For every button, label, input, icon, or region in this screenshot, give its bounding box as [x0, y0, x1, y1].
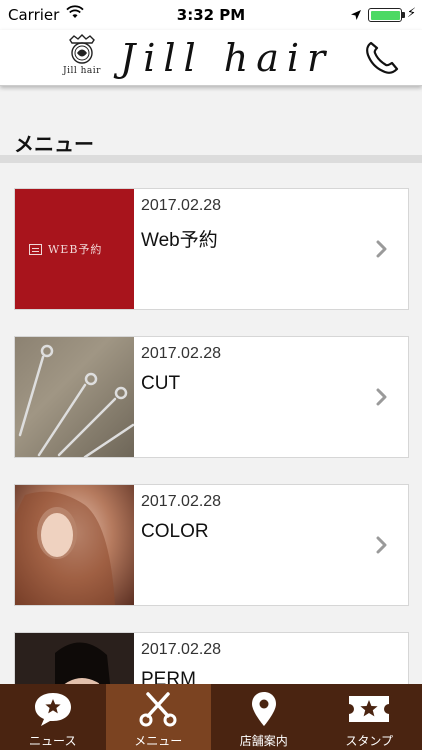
color-thumbnail [15, 485, 134, 605]
stamp-ticket-icon [349, 696, 390, 722]
tab-label: 店舗案内 [239, 734, 288, 748]
item-title: Web予約 [141, 230, 218, 251]
menu-item-web-reservation[interactable]: WEB予約 2017.02.28 Web予約 [14, 188, 409, 310]
tab-label: スタンプ [345, 734, 394, 748]
document-icon [29, 243, 42, 255]
battery-icon [368, 8, 402, 22]
page-title: メニュー [14, 132, 94, 156]
hair-model-photo [15, 491, 115, 605]
tab-label: ニュース [29, 734, 77, 748]
menu-item-cut[interactable]: 2017.02.28 CUT [14, 336, 409, 458]
item-date: 2017.02.28 [141, 345, 222, 362]
charging-bolt-icon: ⚡ [407, 6, 417, 21]
web-reservation-thumbnail: WEB予約 [15, 189, 134, 309]
scissors-icon [139, 692, 177, 727]
battery-tip [402, 12, 405, 18]
bottom-tab-bar: ニュース メニュー 店舗案内 スタンプ [0, 684, 422, 750]
tab-label: メニュー [134, 734, 183, 748]
item-date: 2017.02.28 [141, 197, 222, 214]
item-date: 2017.02.28 [141, 641, 222, 658]
chevron-right-icon [376, 240, 387, 258]
brand-wordmark: Jill hair [120, 36, 334, 80]
item-title: CUT [141, 373, 181, 394]
map-pin-icon [251, 692, 276, 726]
brand-small-text: Jill hair [63, 66, 101, 76]
title-divider [0, 155, 422, 163]
status-bar: Carrier 3:32 PM ⚡ [0, 0, 422, 30]
menu-item-color[interactable]: 2017.02.28 COLOR [14, 484, 409, 606]
tab-stamp[interactable]: スタンプ [317, 684, 422, 750]
tab-menu[interactable]: メニュー [105, 684, 211, 750]
menu-list: WEB予約 2017.02.28 Web予約 2017.02.28 CUT 20… [14, 188, 409, 750]
news-bubble-icon [34, 693, 71, 726]
app-header: Jill hair Jill hair [0, 30, 422, 86]
location-arrow-icon [350, 7, 362, 25]
thumbnail-caption: WEB予約 [48, 243, 103, 256]
chevron-right-icon [376, 388, 387, 406]
item-title: COLOR [141, 521, 209, 542]
crest-icon [69, 34, 95, 64]
chevron-right-icon [376, 536, 387, 554]
tab-news[interactable]: ニュース [0, 684, 106, 750]
phone-call-icon[interactable] [362, 38, 402, 78]
item-date: 2017.02.28 [141, 493, 222, 510]
cut-thumbnail [15, 337, 134, 457]
brand-logo[interactable]: Jill hair [58, 33, 106, 83]
scissors-photo [18, 344, 134, 457]
tab-store-info[interactable]: 店舗案内 [211, 684, 317, 750]
